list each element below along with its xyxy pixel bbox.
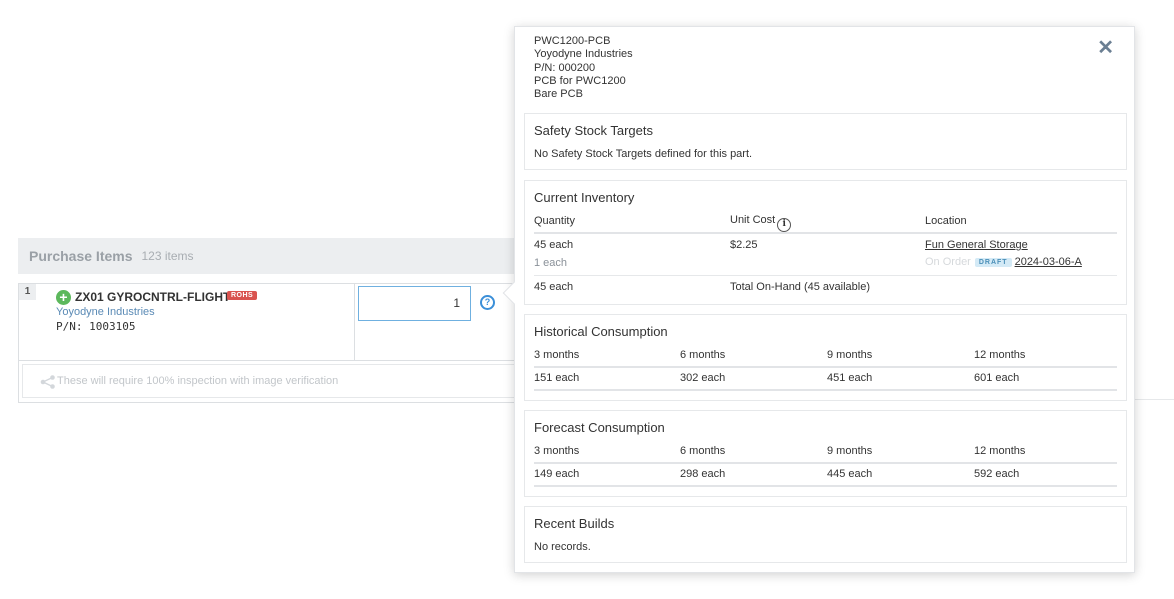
total-quantity: 45 each bbox=[534, 281, 574, 293]
divider bbox=[534, 389, 1117, 391]
forecast-consumption-title: Forecast Consumption bbox=[534, 420, 665, 435]
table-cell bbox=[355, 324, 519, 361]
purchase-items-count: 123 items bbox=[141, 249, 194, 263]
inventory-quantity: 45 each bbox=[534, 239, 574, 251]
on-order-info: On Order DRAFT 2024-03-06-A bbox=[925, 256, 1082, 268]
quantity-header: Quantity bbox=[534, 215, 575, 227]
safety-stock-title: Safety Stock Targets bbox=[534, 123, 653, 138]
location-header: Location bbox=[925, 215, 967, 227]
close-icon[interactable]: ✕ bbox=[1097, 35, 1114, 60]
divider bbox=[534, 232, 1117, 234]
inventory-unit-cost: $2.25 bbox=[730, 239, 758, 251]
historical-value-9m: 451 each bbox=[827, 372, 873, 384]
forecast-header-12m: 12 months bbox=[974, 445, 1026, 457]
part-number: P/N: 000200 bbox=[534, 61, 596, 74]
historical-header-3m: 3 months bbox=[534, 349, 580, 361]
part-number: P/N: 1003105 bbox=[56, 320, 136, 333]
divider bbox=[534, 366, 1117, 368]
historical-header-6m: 6 months bbox=[680, 349, 726, 361]
historical-header-9m: 9 months bbox=[827, 349, 873, 361]
row-number: 1 bbox=[19, 284, 36, 300]
total-on-hand-label: Total On-Hand (45 available) bbox=[730, 281, 871, 293]
safety-stock-card: Safety Stock Targets No Safety Stock Tar… bbox=[524, 113, 1127, 170]
info-icon[interactable]: i bbox=[777, 218, 792, 232]
table-row: 1 + ZX01 GYROCNTRL-FLIGHT ROHS Yoyodyne … bbox=[19, 284, 355, 361]
part-code: PWC1200-PCB bbox=[534, 35, 611, 47]
divider bbox=[534, 485, 1117, 487]
historical-value-6m: 302 each bbox=[680, 372, 726, 384]
location-link[interactable]: Fun General Storage bbox=[925, 239, 1028, 251]
part-manufacturer: Yoyodyne Industries bbox=[534, 48, 633, 61]
recent-builds-title: Recent Builds bbox=[534, 516, 615, 531]
help-icon[interactable]: ? bbox=[480, 295, 495, 310]
on-order-quantity: 1 each bbox=[534, 257, 568, 269]
recent-builds-card: Recent Builds No records. bbox=[524, 506, 1127, 563]
part-info: PWC1200-PCB Yoyodyne Industries P/N: 000… bbox=[534, 35, 633, 101]
add-icon[interactable]: + bbox=[56, 290, 71, 305]
part-name[interactable]: ZX01 GYROCNTRL-FLIGHT bbox=[75, 290, 230, 304]
forecast-consumption-card: Forecast Consumption 3 months 6 months 9… bbox=[524, 410, 1127, 497]
forecast-header-3m: 3 months bbox=[534, 445, 580, 457]
historical-value-3m: 151 each bbox=[534, 372, 580, 384]
forecast-header-9m: 9 months bbox=[827, 445, 873, 457]
unit-cost-header-label: Unit Cost bbox=[730, 214, 776, 226]
forecast-value-9m: 445 each bbox=[827, 468, 873, 480]
current-inventory-card: Current Inventory Quantity Unit Cost i Lo… bbox=[524, 180, 1127, 305]
recent-builds-text: No records. bbox=[534, 541, 591, 553]
on-order-label: On Order bbox=[925, 256, 971, 268]
rohs-badge: ROHS bbox=[227, 291, 258, 300]
divider bbox=[534, 275, 1117, 276]
safety-stock-text: No Safety Stock Targets defined for this… bbox=[534, 148, 753, 160]
purchase-items-table: 1 + ZX01 GYROCNTRL-FLIGHT ROHS Yoyodyne … bbox=[18, 283, 519, 403]
part-details-popover: ✕ PWC1200-PCB Yoyodyne Industries P/N: 0… bbox=[502, 26, 1135, 573]
share-icon bbox=[40, 375, 55, 389]
part-category: Bare PCB bbox=[534, 88, 583, 101]
forecast-value-6m: 298 each bbox=[680, 468, 726, 480]
quantity-input[interactable]: 1 bbox=[358, 286, 471, 321]
forecast-value-12m: 592 each bbox=[974, 468, 1020, 480]
divider bbox=[534, 462, 1117, 464]
historical-consumption-title: Historical Consumption bbox=[534, 324, 668, 339]
inspection-note: These will require 100% inspection with … bbox=[22, 364, 519, 398]
historical-value-12m: 601 each bbox=[974, 372, 1020, 384]
forecast-value-3m: 149 each bbox=[534, 468, 580, 480]
current-inventory-title: Current Inventory bbox=[534, 190, 635, 205]
purchase-order-link[interactable]: 2024-03-06-A bbox=[1015, 256, 1082, 268]
forecast-header-6m: 6 months bbox=[680, 445, 726, 457]
draft-badge: DRAFT bbox=[974, 258, 1012, 267]
divider bbox=[1135, 399, 1174, 400]
part-description: PCB for PWC1200 bbox=[534, 74, 626, 87]
historical-consumption-card: Historical Consumption 3 months 6 months… bbox=[524, 314, 1127, 401]
purchase-items-header: Purchase Items 123 items bbox=[18, 238, 518, 274]
historical-header-12m: 12 months bbox=[974, 349, 1026, 361]
inspection-note-text: These will require 100% inspection with … bbox=[57, 375, 339, 387]
purchase-items-title: Purchase Items bbox=[29, 248, 133, 264]
manufacturer-link[interactable]: Yoyodyne Industries bbox=[56, 306, 155, 318]
unit-cost-header: Unit Cost i bbox=[730, 214, 792, 232]
